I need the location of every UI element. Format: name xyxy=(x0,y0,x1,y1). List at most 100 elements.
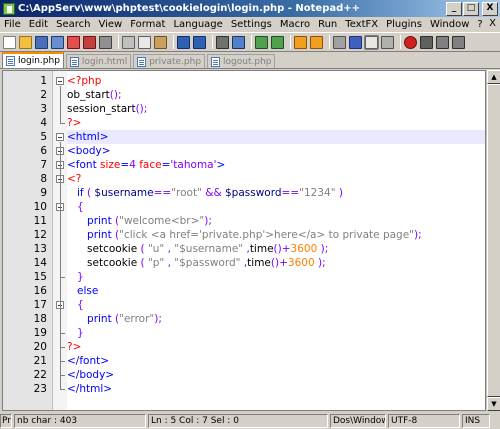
scroll-down-arrow-icon[interactable]: ▼ xyxy=(487,397,500,411)
code-token: ?> xyxy=(67,117,82,129)
fold-toggle-icon[interactable] xyxy=(56,133,64,141)
new-file-icon[interactable] xyxy=(3,35,16,49)
code-line[interactable]: } xyxy=(67,270,485,284)
menu-macro[interactable]: Macro xyxy=(276,19,314,30)
tab-logout-php[interactable]: logout.php xyxy=(207,54,276,68)
redo-icon[interactable] xyxy=(193,35,206,49)
fold-guide-line xyxy=(60,310,61,333)
code-area[interactable]: <?php ob_start(); session_start(); ?> <html>… xyxy=(67,71,485,410)
fold-toggle-icon[interactable] xyxy=(56,77,64,85)
replace-icon[interactable] xyxy=(232,35,245,49)
code-line[interactable]: session_start(); xyxy=(67,102,485,116)
undo-icon[interactable] xyxy=(177,35,190,49)
sync-scroll-v-icon[interactable] xyxy=(294,35,307,49)
copy-icon[interactable] xyxy=(138,35,151,49)
code-line[interactable]: <body> xyxy=(67,144,485,158)
close-window-button[interactable]: X xyxy=(482,1,498,16)
open-folder-icon[interactable] xyxy=(19,35,32,49)
tab-private-php[interactable]: private.php xyxy=(133,54,206,68)
menu-window[interactable]: Window xyxy=(426,19,473,30)
run-macro-multiple-icon[interactable] xyxy=(452,35,465,49)
line-number: 20 xyxy=(33,341,47,353)
code-line[interactable]: setcookie ( "u" , "$username" ,time()+36… xyxy=(67,242,485,256)
code-token: ()+ xyxy=(270,257,288,269)
zoom-in-icon[interactable] xyxy=(255,35,268,49)
scrollbar-thumb[interactable] xyxy=(487,84,500,397)
user-lang-icon[interactable] xyxy=(381,35,394,49)
menu-language[interactable]: Language xyxy=(169,19,226,30)
menu-search[interactable]: Search xyxy=(52,19,94,30)
code-line[interactable]: { xyxy=(67,298,485,312)
code-line[interactable]: </font> xyxy=(67,354,485,368)
print-icon[interactable] xyxy=(99,35,112,49)
maximize-button[interactable]: □ xyxy=(463,1,479,16)
code-token: </body> xyxy=(67,369,115,381)
code-line[interactable]: print ("error"); xyxy=(67,312,485,326)
code-line[interactable]: <font size=4 face='tahoma'> xyxy=(67,158,485,172)
toolbar-separator xyxy=(212,35,213,49)
minimize-button[interactable]: _ xyxy=(446,1,462,16)
menu-textfx[interactable]: TextFX xyxy=(341,19,382,30)
code-editor[interactable]: 1 2 3 4 5 6 7 8 9 10 11 12 13 14 15 16 17 18 19 20 21 22 23 <?… xyxy=(2,70,486,411)
fold-margin[interactable] xyxy=(53,71,67,410)
save-icon[interactable] xyxy=(35,35,48,49)
menu-plugins[interactable]: Plugins xyxy=(382,19,426,30)
code-line[interactable]: } xyxy=(67,326,485,340)
line-number: 11 xyxy=(33,215,47,227)
window-controls: _ □ X xyxy=(445,1,498,16)
tab-login-html[interactable]: login.html xyxy=(65,54,132,68)
menu-edit[interactable]: Edit xyxy=(25,19,52,30)
code-token: "1234" xyxy=(299,187,336,199)
close-file-icon[interactable] xyxy=(67,35,80,49)
code-line[interactable]: print ("click <a href='private.php'>here… xyxy=(67,228,485,242)
sync-scroll-h-icon[interactable] xyxy=(310,35,323,49)
zoom-out-icon[interactable] xyxy=(271,35,284,49)
menu-run[interactable]: Run xyxy=(314,19,341,30)
menu-help[interactable]: ? xyxy=(473,19,486,30)
code-token: $username xyxy=(94,187,154,199)
menu-file[interactable]: File xyxy=(0,19,25,30)
code-line[interactable]: else xyxy=(67,284,485,298)
code-token: { xyxy=(67,299,84,311)
show-all-chars-icon[interactable] xyxy=(349,35,362,49)
code-token: (); xyxy=(109,89,122,101)
code-line[interactable]: setcookie ( "p" , "$password" ,time()+36… xyxy=(67,256,485,270)
code-line[interactable]: { xyxy=(67,200,485,214)
code-line[interactable]: <html> xyxy=(67,130,485,144)
code-line[interactable]: </html> xyxy=(67,382,485,396)
stop-macro-icon[interactable] xyxy=(420,35,433,49)
find-icon[interactable] xyxy=(216,35,229,49)
play-macro-icon[interactable] xyxy=(436,35,449,49)
code-line[interactable]: if ( $username=="root" && $password=="12… xyxy=(67,186,485,200)
code-token: print xyxy=(87,215,112,227)
tab-login-php[interactable]: login.php xyxy=(2,52,64,68)
code-token: <html> xyxy=(67,131,109,143)
close-document-button[interactable]: X xyxy=(489,18,496,29)
code-line[interactable]: </body> xyxy=(67,368,485,382)
code-line[interactable]: ob_start(); xyxy=(67,88,485,102)
code-line[interactable]: <? xyxy=(67,172,485,186)
save-all-icon[interactable] xyxy=(51,35,64,49)
line-number: 6 xyxy=(40,145,47,157)
code-line[interactable]: <?php xyxy=(67,74,485,88)
code-line[interactable]: ?> xyxy=(67,340,485,354)
notepadpp-app-icon[interactable] xyxy=(3,2,15,15)
code-line[interactable]: ?> xyxy=(67,116,485,130)
line-number: 1 xyxy=(40,75,47,87)
paste-icon[interactable] xyxy=(154,35,167,49)
indent-guide-icon[interactable] xyxy=(364,34,379,50)
record-macro-icon[interactable] xyxy=(404,35,417,49)
scroll-up-arrow-icon[interactable]: ▲ xyxy=(487,70,500,84)
menu-format[interactable]: Format xyxy=(126,19,169,30)
code-token: "$password" xyxy=(174,257,241,269)
close-all-icon[interactable] xyxy=(83,35,96,49)
menu-view[interactable]: View xyxy=(94,19,126,30)
word-wrap-icon[interactable] xyxy=(333,35,346,49)
code-line[interactable]: print ("welcome<br>"); xyxy=(67,214,485,228)
cut-icon[interactable] xyxy=(122,35,135,49)
toolbar-separator xyxy=(173,35,174,49)
menu-settings[interactable]: Settings xyxy=(227,19,276,30)
vertical-scrollbar[interactable]: ▲ ▼ xyxy=(486,70,500,411)
